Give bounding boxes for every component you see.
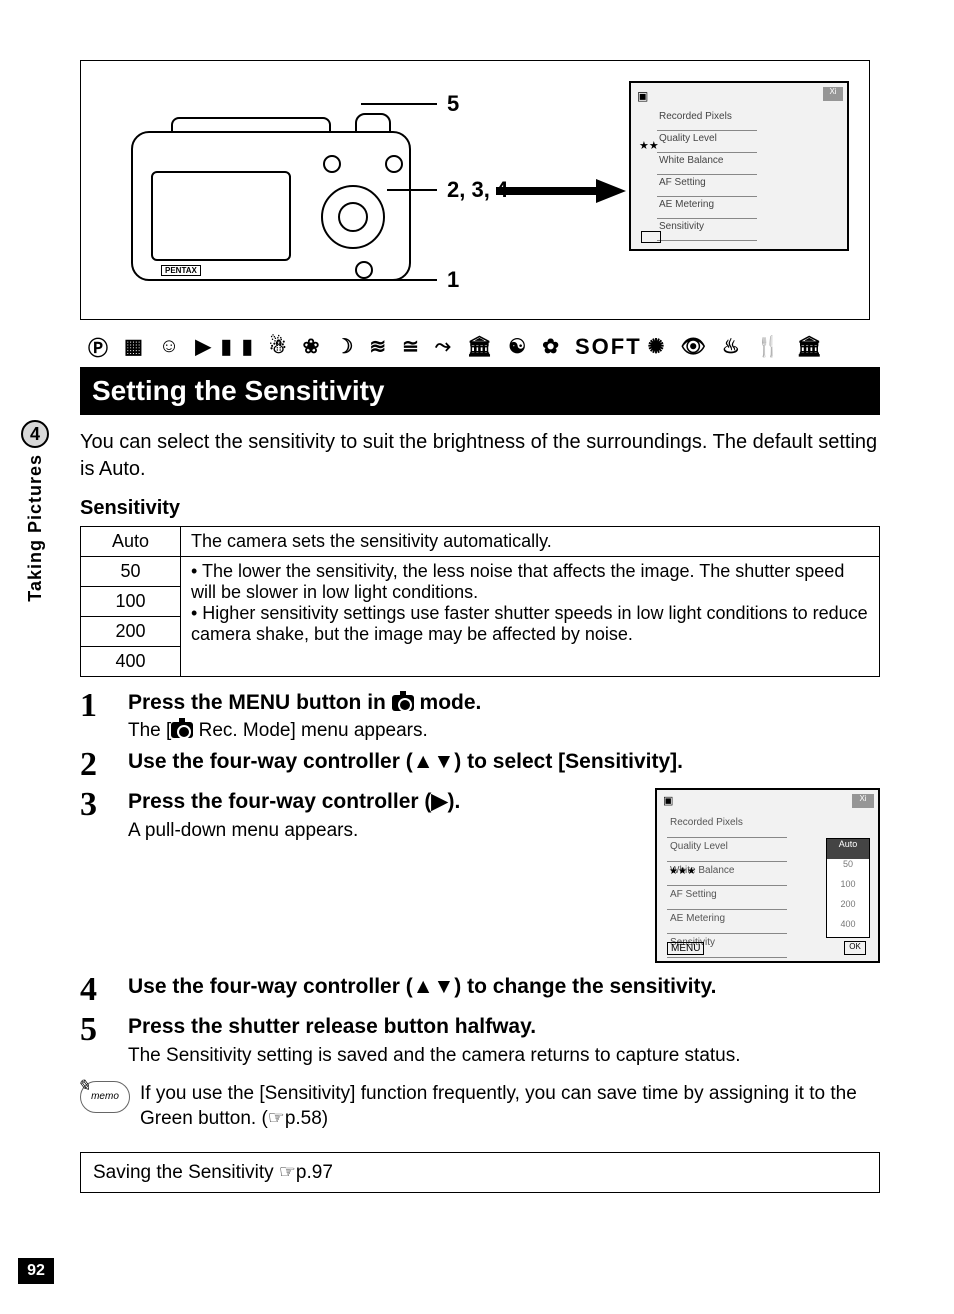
capture-mode-icon [171, 722, 193, 738]
table-cell: 200 [81, 617, 181, 647]
setup-tab-icon: Xi [852, 794, 874, 808]
lcd-preview-1: ▣ ▸ Xi Recorded Pixels Quality Level Whi… [629, 81, 849, 251]
battery-icon [641, 231, 661, 243]
menu-row: AF Setting [667, 886, 787, 910]
step-title: Use the four-way controller (▲▼) to sele… [128, 748, 880, 775]
mode-night-icon: ☽ [335, 334, 363, 359]
table-cell: The camera sets the sensitivity automati… [181, 527, 880, 557]
mode-self-icon: 👁 [680, 334, 715, 359]
step-title: Press the MENU button in mode. [128, 689, 880, 716]
mode-voice-icon: ☃ [269, 334, 297, 359]
dropdown-option: Auto [827, 839, 869, 859]
steps-list: 1 Press the MENU button in mode. The [ R… [80, 689, 880, 1067]
mode-portrait-icon: ☺ [159, 335, 189, 358]
step-3: 3 ▣ Xi Recorded Pixels Quality Level Whi… [80, 788, 880, 967]
sensitivity-table: Auto The camera sets the sensitivity aut… [80, 526, 880, 677]
mode-landscape-icon: ❀ [303, 334, 330, 359]
camera-icon: ▣ [663, 794, 673, 807]
mode-icons-row: Ⓟ ▦ ☺ ▶▮▮ ☃ ❀ ☽ ≋ ≅ ⤳ 🏛 ☯ ✿ SOFT ✺ 👁 ♨ 🍴… [80, 328, 880, 365]
dropdown-option: 200 [827, 899, 869, 919]
section-title: Setting the Sensitivity [80, 367, 880, 415]
mode-soft-label: SOFT [575, 334, 642, 360]
brand-label: PENTAX [161, 265, 201, 276]
memo-callout: memo If you use the [Sensitivity] functi… [80, 1081, 880, 1132]
menu-row: AE Metering [657, 197, 757, 219]
mode-food-icon: 🍴 [756, 334, 791, 359]
quality-stars: ★★★ [669, 866, 696, 877]
callout-5: 5 [447, 91, 459, 117]
side-tab: 4 Taking Pictures [20, 420, 50, 602]
dropdown-option: 400 [827, 919, 869, 939]
table-cell: Auto [81, 527, 181, 557]
menu-row: Recorded Pixels [657, 109, 757, 131]
step-number: 3 [80, 788, 110, 967]
page-number: 92 [18, 1258, 54, 1284]
step-5: 5 Press the shutter release button halfw… [80, 1013, 880, 1066]
dropdown-option: 100 [827, 879, 869, 899]
callout-1: 1 [447, 267, 459, 293]
menu-row: AF Setting [657, 175, 757, 197]
mode-surf-icon: ≋ [369, 334, 396, 359]
step-title: Press the shutter release button halfway… [128, 1013, 880, 1040]
arrow-icon [496, 181, 626, 201]
sensitivity-dropdown: Auto 50 100 200 400 [826, 838, 870, 938]
menu-row: Sensitivity [657, 219, 757, 241]
table-cell: 50 [81, 557, 181, 587]
mode-snow-icon: ≅ [402, 334, 429, 359]
lcd-preview-2: ▣ Xi Recorded Pixels Quality Level White… [655, 788, 880, 963]
chapter-label: Taking Pictures [25, 454, 46, 602]
step-description: The Sensitivity setting is saved and the… [128, 1045, 880, 1067]
table-cell: • The lower the sensitivity, the less no… [181, 557, 880, 677]
step-number: 4 [80, 973, 110, 1007]
mode-text-icon: ✿ [542, 334, 569, 359]
step-4: 4 Use the four-way controller (▲▼) to ch… [80, 973, 880, 1007]
mode-movie-icon: ▶▮▮ [195, 334, 262, 359]
menu-row: White Balance [657, 153, 757, 175]
step-1: 1 Press the MENU button in mode. The [ R… [80, 689, 880, 742]
table-cell: 400 [81, 647, 181, 677]
subheading-sensitivity: Sensitivity [80, 497, 880, 520]
menu-row: Quality Level [657, 131, 757, 153]
mode-p-icon: Ⓟ [88, 332, 118, 361]
quality-stars: ★★ [639, 139, 659, 152]
step-number: 5 [80, 1013, 110, 1066]
dropdown-option: 50 [827, 859, 869, 879]
mode-sport-icon: ⤳ [435, 335, 461, 358]
mode-kid-icon: ☯ [508, 334, 536, 359]
memo-badge-icon: memo [80, 1081, 130, 1113]
step-description: The [ Rec. Mode] menu appears. [128, 720, 880, 742]
step-title: Use the four-way controller (▲▼) to chan… [128, 973, 880, 1000]
table-cell: 100 [81, 587, 181, 617]
intro-paragraph: You can select the sensitivity to suit t… [80, 429, 880, 483]
menu-row: Quality Level [667, 838, 787, 862]
chapter-number-badge: 4 [21, 420, 49, 448]
memo-text: If you use the [Sensitivity] function fr… [140, 1081, 880, 1132]
step-number: 2 [80, 748, 110, 782]
mode-fireworks-icon: ✺ [648, 334, 675, 359]
camera-diagram-box: PENTAX 5 2, 3, 4 1 ▣ ▸ Xi Recorded Pixel… [80, 60, 870, 320]
menu-row: AE Metering [667, 910, 787, 934]
mode-pet-icon: 🏛 [467, 334, 502, 359]
setup-tab-icon: Xi [823, 87, 843, 101]
step-2: 2 Use the four-way controller (▲▼) to se… [80, 748, 880, 782]
mode-picture-icon: ▦ [124, 334, 153, 359]
camera-icon: ▣ [637, 89, 648, 103]
menu-row: Recorded Pixels [667, 814, 787, 838]
menu-label: MENU [667, 942, 704, 955]
capture-mode-icon [392, 695, 414, 711]
step-number: 1 [80, 689, 110, 742]
ok-label: OK [844, 941, 866, 955]
mode-candle-icon: ♨ [722, 334, 750, 359]
related-link-box: Saving the Sensitivity ☞p.97 [80, 1152, 880, 1193]
camera-illustration: PENTAX [131, 91, 421, 291]
mode-museum-icon: 🏛 [797, 334, 832, 359]
